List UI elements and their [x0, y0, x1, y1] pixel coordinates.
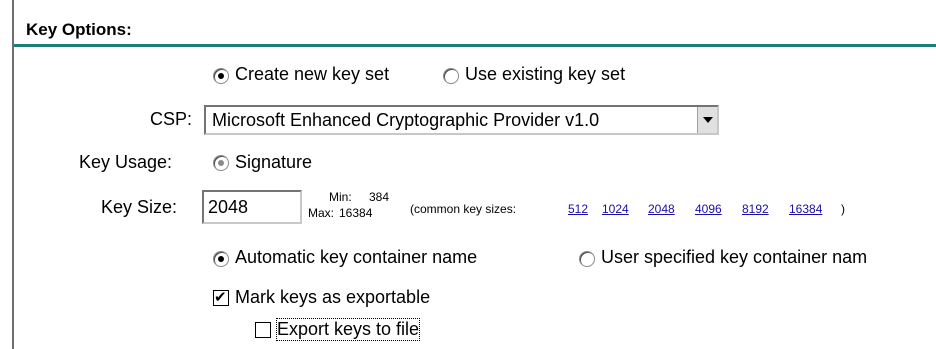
- key-size-link-4096[interactable]: 4096: [695, 202, 722, 216]
- key-size-max-value: 16384: [339, 206, 373, 220]
- section-title: Key Options:: [26, 20, 132, 39]
- create-new-keyset-radio[interactable]: [213, 68, 229, 84]
- common-key-sizes-suffix: ): [841, 202, 845, 216]
- use-existing-keyset-label[interactable]: Use existing key set: [465, 64, 625, 85]
- key-size-max-label: Max:: [308, 206, 335, 220]
- mark-exportable-checkbox[interactable]: [213, 288, 229, 306]
- section-divider: [14, 44, 936, 47]
- key-size-link-8192[interactable]: 8192: [742, 202, 769, 216]
- key-size-link-16384[interactable]: 16384: [789, 202, 822, 216]
- export-to-file-label[interactable]: Export keys to file: [275, 318, 421, 341]
- csp-select[interactable]: Microsoft Enhanced Cryptographic Provide…: [204, 105, 719, 135]
- signature-label: Signature: [235, 152, 313, 172]
- automatic-container-radio[interactable]: [213, 251, 229, 267]
- key-size-link-1024[interactable]: 1024: [602, 202, 629, 216]
- use-existing-keyset-radio[interactable]: [443, 68, 459, 84]
- mark-exportable-label[interactable]: Mark keys as exportable: [235, 287, 430, 308]
- automatic-container-label[interactable]: Automatic key container name: [235, 247, 477, 268]
- key-size-min-label: Min:: [329, 190, 352, 204]
- user-specified-container-radio[interactable]: [579, 251, 595, 267]
- csp-select-value: Microsoft Enhanced Cryptographic Provide…: [212, 110, 600, 130]
- key-size-label: Key Size:: [101, 197, 178, 217]
- key-size-link-512[interactable]: 512: [568, 202, 588, 216]
- chevron-down-icon[interactable]: [697, 107, 717, 133]
- csp-label: CSP:: [150, 109, 193, 129]
- key-usage-label: Key Usage:: [79, 152, 173, 172]
- key-size-min-value: 384: [369, 190, 390, 204]
- create-new-keyset-label[interactable]: Create new key set: [235, 64, 389, 85]
- key-size-link-2048[interactable]: 2048: [648, 202, 675, 216]
- key-size-input[interactable]: [202, 190, 302, 224]
- common-key-sizes-prefix: (common key sizes:: [410, 202, 517, 216]
- signature-radio: [213, 155, 229, 171]
- export-to-file-checkbox[interactable]: [255, 322, 271, 338]
- left-border: [12, 0, 14, 349]
- user-specified-container-label[interactable]: User specified key container nam: [601, 247, 867, 268]
